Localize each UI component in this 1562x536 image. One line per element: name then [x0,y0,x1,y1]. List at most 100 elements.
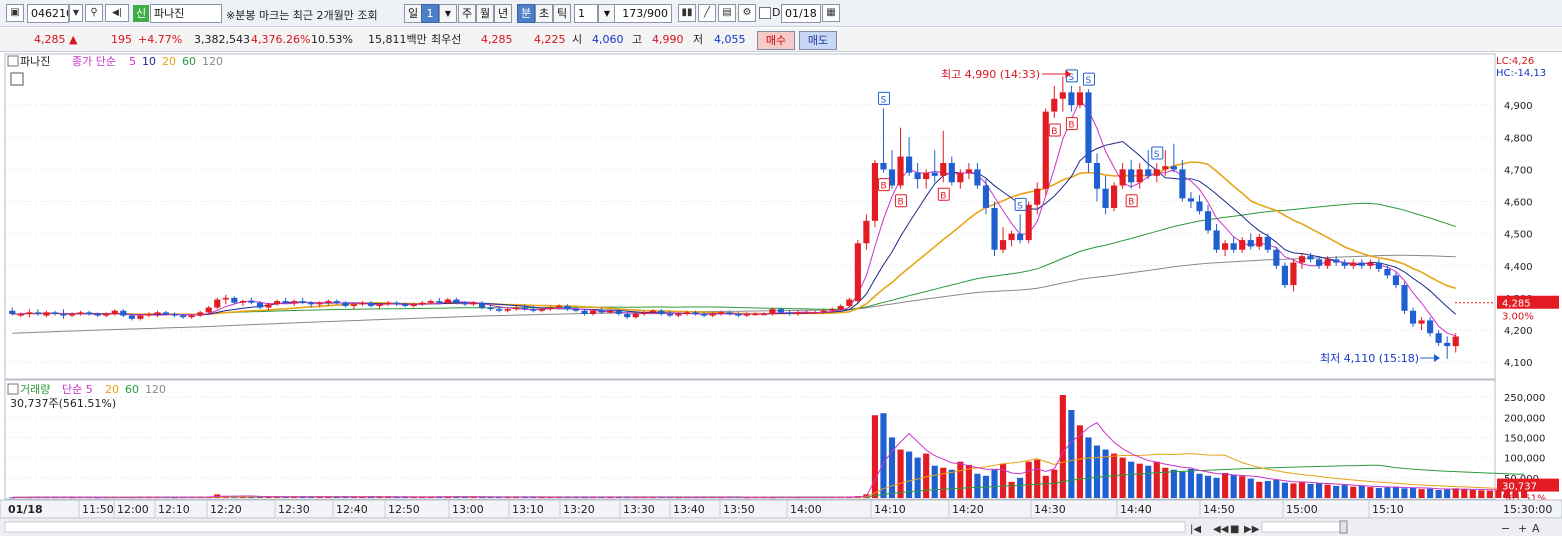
candle-style-icon[interactable]: ▮▮ [678,4,696,22]
volume-bar [1034,459,1041,498]
tab-week[interactable]: 주 [458,4,476,23]
legend-ma20: 20 [162,55,176,68]
top-toolbar: ▣ 046210 ▼ ⚲ ◀| 신 파나진 ※분봉 마크는 최근 2개월만 조회… [0,0,1562,27]
change-percent: +4.77% [138,33,183,46]
zoom-in-icon[interactable]: + [1518,522,1527,535]
code-dropdown-icon[interactable]: ▼ [69,4,83,22]
volume-bar [1025,461,1032,498]
volume-bar [923,453,930,498]
time-label: 13:50 [723,503,755,516]
high-annotation: 최고 4,990 (14:33) [941,68,1040,81]
legend-ma5: 5 [129,55,136,68]
volume-bar [1281,482,1288,498]
day-value-field[interactable]: 1 [421,4,439,23]
candle [854,240,861,303]
volume-bar [1486,490,1493,498]
volume-bar [1213,477,1220,498]
tab-tick[interactable]: 틱 [553,4,571,23]
interval-input[interactable]: 1 [574,4,598,23]
sell-marker: S [1082,72,1095,86]
day-dropdown-icon[interactable]: ▼ [439,4,457,23]
tab-year[interactable]: 년 [494,4,512,23]
svg-text:B: B [940,191,946,201]
candle [1085,89,1092,173]
volume-bar [880,413,887,498]
candle [1281,262,1288,289]
cursor-icon[interactable]: A [1532,522,1540,535]
volume-bar [1392,486,1400,498]
tab-day[interactable]: 일 [404,4,422,23]
buy-marker: B [895,194,908,208]
scroll-start-icon[interactable]: |◀ [1190,524,1201,535]
sound-icon[interactable]: ◀| [105,4,129,22]
volume-bar [1478,490,1485,498]
gear-icon[interactable]: ⚙ [738,4,756,22]
price-tick-label: 4,900 [1504,101,1533,112]
volume-bar [1196,473,1203,498]
tab-second[interactable]: 초 [535,4,553,23]
volume-tick-label: 150,000 [1504,433,1545,444]
low-price: 4,055 [714,33,746,46]
volume-bar [1418,489,1425,498]
date-input[interactable]: 01/18 [781,4,821,23]
zoom-handle[interactable] [1339,520,1348,534]
open-price: 4,060 [592,33,624,46]
candle [214,297,221,310]
date-checkbox[interactable] [759,7,771,19]
calendar-icon[interactable]: ▦ [822,4,840,22]
volume-bar [931,465,938,498]
volume-legend-ma60: 60 [125,383,139,396]
tab-month[interactable]: 월 [476,4,494,23]
candle [1273,246,1280,269]
scroll-left-icon[interactable]: ◀◀ [1213,524,1229,535]
stock-code-input[interactable]: 046210 [27,4,69,23]
search-icon[interactable]: ⚲ [85,4,103,22]
time-label: 14:50 [1203,503,1235,516]
buy-button[interactable]: 매수 [757,31,795,50]
buy-marker: B [1048,123,1061,137]
candle [1042,108,1049,196]
volume-bar [991,469,998,498]
svg-text:B: B [1051,127,1057,137]
current-volume-text: 30,737 [1502,482,1537,493]
candle [871,159,879,228]
time-label: 13:00 [452,503,484,516]
zoom-out-icon[interactable]: − [1501,522,1510,535]
time-axis-end: 15:30:00 [1503,503,1552,516]
best-ask-price: 4,285 [481,33,513,46]
best-bid-label: 최우선 [431,33,462,46]
stop-icon[interactable]: ■ [1230,524,1239,535]
sell-button[interactable]: 매도 [799,31,837,50]
volume-bar [1093,445,1101,498]
zoom-track[interactable] [1261,521,1345,533]
time-label: 14:20 [952,503,984,516]
stock-name-field[interactable]: 파나진 [150,4,222,23]
volume-bar [1239,476,1246,498]
save-icon[interactable]: ▤ [718,4,736,22]
volume-bar [1384,487,1391,498]
volume-bar [888,437,896,498]
price-pane: BBBBBBSSS SS 4,9004,8004,7004,6004,5004,4… [4,53,1533,380]
draw-tool-icon[interactable]: ╱ [698,4,716,22]
volume-bar [1068,409,1075,498]
volume-bar [1273,479,1280,498]
volume-tick-label: 250,000 [1504,393,1545,404]
volume-bar [1247,478,1254,498]
scroll-right-icon[interactable]: ▶▶ [1244,524,1260,535]
scrollbar-track[interactable] [4,521,1186,533]
volume-bar [1153,461,1160,498]
price-legend-name: 파나진 [20,55,50,68]
volume-bar [1008,481,1015,498]
volume-bar [1333,485,1340,498]
buy-marker: B [877,178,890,192]
volume-bar [1179,471,1186,498]
chart-area[interactable]: BBBBBBSSS SS 4,9004,8004,7004,6004,5004,4… [0,53,1562,536]
count-field[interactable]: 173/900 [614,4,672,23]
checkbox-label: D [772,6,781,19]
price-tick-label: 4,800 [1504,133,1533,144]
volume-bar [1452,488,1459,498]
tab-minute[interactable]: 분 [517,4,535,23]
window-icon[interactable]: ▣ [6,4,24,22]
time-label: 12:00 [117,503,149,516]
volume-tick-label: 200,000 [1504,413,1545,424]
